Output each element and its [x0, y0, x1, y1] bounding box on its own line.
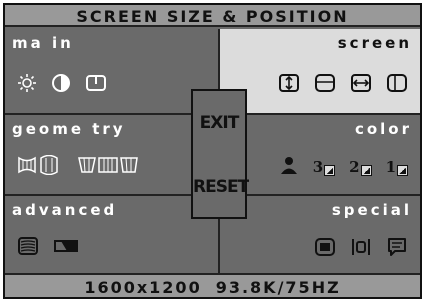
panel-main-label: ma in: [12, 34, 74, 52]
panel-screen-label: screen: [337, 34, 412, 52]
frequency-readout: 93.8K/75HZ: [215, 278, 341, 297]
panel-color-label: color: [354, 120, 412, 138]
vertical-position-icon[interactable]: [314, 73, 336, 97]
exit-button[interactable]: EXIT: [193, 113, 245, 133]
zoom-icon[interactable]: [350, 237, 372, 261]
pincushion-icon[interactable]: [17, 154, 63, 179]
color-preset-1-icon[interactable]: 1: [386, 158, 408, 176]
osd-title: SCREEN SIZE & POSITION: [5, 5, 420, 27]
panel-main[interactable]: ma in: [5, 29, 218, 113]
panel-special-label: special: [331, 201, 412, 219]
degauss-icon[interactable]: [53, 238, 79, 258]
panel-advanced[interactable]: advanced: [5, 196, 218, 275]
resolution-readout: 1600x1200: [84, 278, 202, 297]
vertical-size-icon[interactable]: [278, 73, 300, 97]
status-bar: 1600x1200 93.8K/75HZ: [5, 273, 420, 297]
panel-screen[interactable]: screen: [220, 29, 420, 113]
color-preset-2-label: 2: [349, 158, 360, 176]
horizontal-size-icon[interactable]: [350, 73, 372, 97]
panel-color[interactable]: color 3 2 1: [220, 115, 420, 194]
panel-geometry[interactable]: geome try: [5, 115, 218, 194]
color-preset-2-icon[interactable]: 2: [349, 158, 372, 176]
color-preset-3-label: 3: [312, 158, 324, 176]
panel-geometry-label: geome try: [12, 120, 126, 138]
menu-lock-icon[interactable]: [85, 73, 107, 97]
info-icon[interactable]: [386, 236, 408, 262]
user-color-icon[interactable]: [279, 155, 299, 179]
brightness-icon[interactable]: [17, 73, 37, 97]
contrast-icon[interactable]: [51, 73, 71, 97]
panel-special[interactable]: special: [220, 196, 420, 275]
panel-advanced-label: advanced: [12, 201, 118, 219]
moire-icon[interactable]: [17, 236, 39, 260]
color-preset-3-icon[interactable]: 3: [312, 158, 336, 176]
reset-button[interactable]: RESET: [193, 177, 249, 197]
exit-reset-box: EXIT RESET: [191, 89, 249, 219]
horizontal-position-icon[interactable]: [386, 73, 408, 97]
recall-icon[interactable]: [314, 237, 336, 261]
trapezoid-icon[interactable]: [77, 155, 139, 179]
osd-window: SCREEN SIZE & POSITION ma in screen geom…: [3, 3, 422, 299]
color-preset-1-label: 1: [385, 158, 396, 176]
